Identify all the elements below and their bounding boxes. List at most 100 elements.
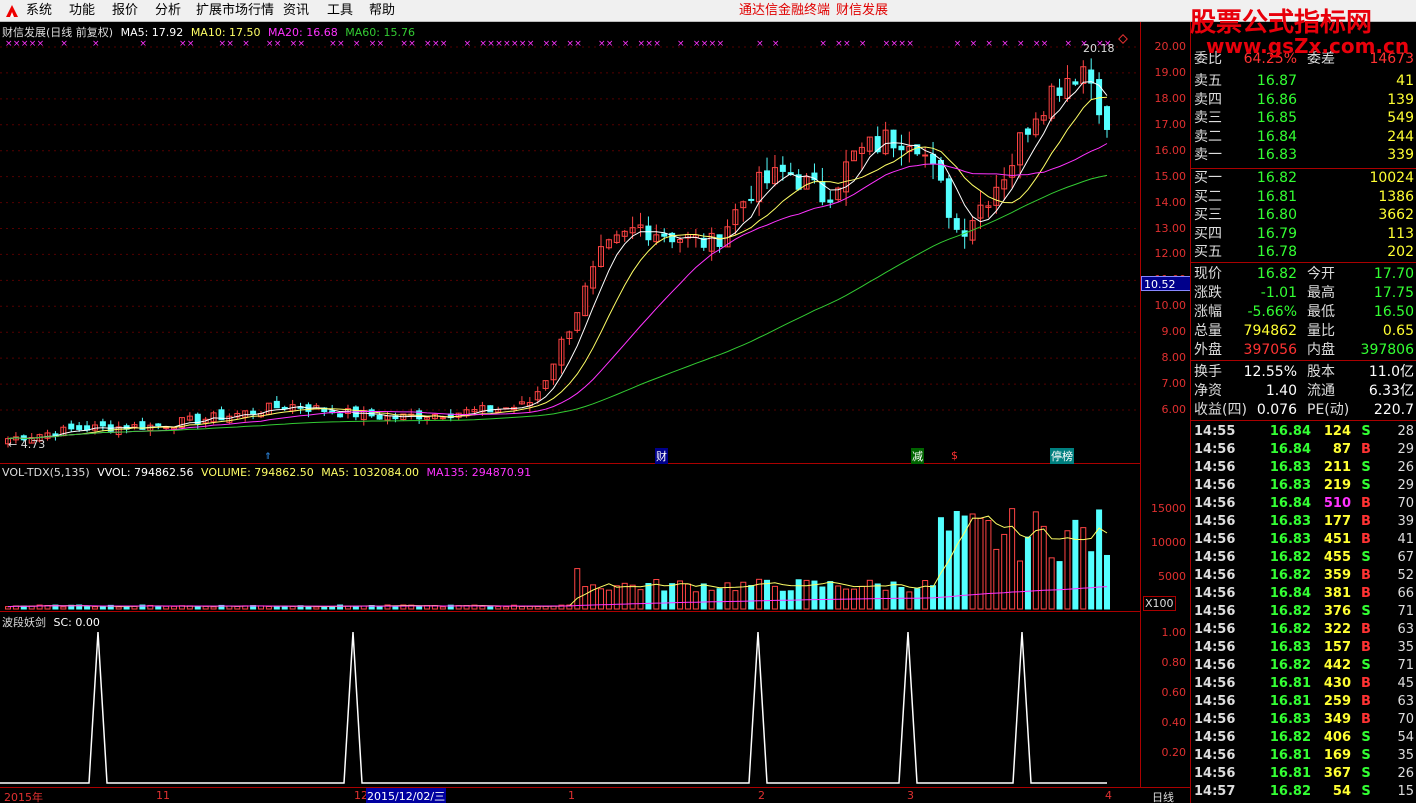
low-price-label: ← 4.73 <box>8 438 46 451</box>
tick-n: 26 <box>1397 460 1414 475</box>
top-marker: × <box>835 39 843 49</box>
top-marker: × <box>693 39 701 49</box>
price-tick: 10.00 <box>1154 299 1187 313</box>
volume-bar <box>1001 533 1008 610</box>
stat-row-value2: 16.50 <box>1373 304 1414 320</box>
bid-row-label: 买一 <box>1194 170 1222 186</box>
chart-title: 财信发展(日线 前复权) <box>2 26 114 39</box>
tick-row: 14:56 16.81 430 B 45 <box>1191 675 1416 693</box>
candle-body <box>439 417 446 420</box>
menu-news[interactable]: 资讯 <box>283 2 309 20</box>
price-tick: 18.00 <box>1154 91 1187 105</box>
volume-bar <box>439 606 446 610</box>
marker-cai[interactable]: 财 <box>655 448 668 464</box>
candle-body <box>898 145 905 151</box>
top-marker: × <box>479 39 487 49</box>
volume-bar <box>115 606 122 610</box>
volume-bar <box>922 580 929 610</box>
top-marker: × <box>487 39 495 49</box>
watermark-url: www.gsZx.com.cn <box>1206 34 1410 58</box>
menu-function[interactable]: 功能 <box>69 2 95 20</box>
top-marker: × <box>606 39 614 49</box>
ma5-legend: MA5: 17.92 <box>120 26 184 39</box>
tick-row: 14:56 16.83 157 B 35 <box>1191 639 1416 657</box>
top-marker: × <box>772 39 780 49</box>
tick-qty: 451 <box>1323 532 1351 547</box>
candle-body <box>716 234 723 247</box>
volume-unit-label: X100 <box>1143 596 1176 611</box>
menu-system[interactable]: 系统 <box>26 2 52 20</box>
menu-extended-market[interactable]: 扩展市场行情 <box>196 2 274 20</box>
stat2-row: 收益(四) 0.076 PE(动) 220.7 <box>1191 401 1416 419</box>
top-marker: × <box>274 39 282 49</box>
top-marker: × <box>37 39 45 49</box>
volume-bar <box>764 579 771 610</box>
volume-bar <box>858 585 865 610</box>
tick-row: 14:56 16.83 177 B 39 <box>1191 513 1416 531</box>
tick-row: 14:56 16.84 510 B 70 <box>1191 495 1416 513</box>
vol-tick-5000: 5000 <box>1158 570 1186 583</box>
volume-bar <box>684 583 691 610</box>
ind-tick-0.2: 0.20 <box>1161 746 1187 759</box>
site-watermark: 股票公式指标网 www.gsZx.com.cn <box>1190 2 1410 58</box>
tick-price: 16.83 <box>1269 514 1311 529</box>
tick-row: 14:56 16.84 87 B 29 <box>1191 441 1416 459</box>
marker-tingbang[interactable]: 停榜 <box>1050 448 1074 464</box>
kline-chart[interactable]: × × × × × × × × × × × × × × × × × × × × × × × × × × × × × × × × × × × × × × × ×… <box>0 22 1140 464</box>
volume-bar <box>574 568 581 610</box>
candle-body <box>1104 106 1110 130</box>
stat-row-label2: 量比 <box>1307 323 1335 339</box>
tick-side: S <box>1361 424 1371 439</box>
volume-bar <box>874 583 881 610</box>
tick-row: 14:55 16.84 124 S 28 <box>1191 423 1416 441</box>
volume-bar <box>795 579 802 610</box>
candle-body <box>68 423 75 430</box>
volume-chart[interactable]: VOL-TDX(5,135) VVOL: 794862.56 VOLUME: 7… <box>0 464 1140 612</box>
tick-qty: 87 <box>1332 442 1351 457</box>
candle-body <box>368 409 375 417</box>
ask-row-label: 卖三 <box>1194 110 1222 126</box>
menu-help[interactable]: 帮助 <box>369 2 395 20</box>
volume-bar <box>60 606 67 610</box>
volume-bar <box>171 605 178 610</box>
tick-price: 16.82 <box>1269 604 1311 619</box>
tick-qty: 177 <box>1323 514 1351 529</box>
stat-row: 外盘 397056 内盘 397806 <box>1191 341 1416 359</box>
tick-n: 35 <box>1397 748 1414 763</box>
stat-row-value: 397056 <box>1243 342 1297 358</box>
volume-bar <box>953 510 960 610</box>
volume-bar <box>819 586 826 610</box>
bid-row-label: 买三 <box>1194 207 1222 223</box>
tick-price: 16.84 <box>1269 496 1311 511</box>
menu-analysis[interactable]: 分析 <box>155 2 181 20</box>
tick-price: 16.82 <box>1269 550 1311 565</box>
tick-time: 14:56 <box>1194 694 1236 709</box>
tick-qty: 54 <box>1332 784 1351 799</box>
tick-time: 14:56 <box>1194 658 1236 673</box>
candle-body <box>661 233 668 237</box>
period-label[interactable]: 日线 <box>1152 789 1174 803</box>
ask-row: 卖三 16.85 549 <box>1191 109 1416 127</box>
menu-quote[interactable]: 报价 <box>112 2 138 20</box>
top-marker: × <box>598 39 606 49</box>
top-marker: × <box>653 39 661 49</box>
indicator-sc: SC: 0.00 <box>53 616 100 629</box>
signal-line <box>0 631 1107 784</box>
ma60-legend: MA60: 15.76 <box>345 26 415 39</box>
tick-n: 29 <box>1397 442 1414 457</box>
stat-row-value: 794862 <box>1243 323 1297 339</box>
menu-tools[interactable]: 工具 <box>327 2 353 20</box>
volume-bar <box>1048 557 1055 610</box>
marker-dollar[interactable]: $ <box>951 449 958 462</box>
marker-jian[interactable]: 减 <box>911 448 924 464</box>
indicator-chart[interactable]: 波段妖剑 SC: 0.00 <box>0 612 1140 787</box>
tick-n: 71 <box>1397 604 1414 619</box>
date-label-2: 2 <box>758 789 765 802</box>
volume-bar <box>416 606 423 610</box>
price-tick: 13.00 <box>1154 221 1187 235</box>
stat-row-value2: 0.65 <box>1382 323 1414 339</box>
top-marker: × <box>906 39 914 49</box>
top-marker: × <box>970 39 978 49</box>
main-legend: 财信发展(日线 前复权) MA5: 17.92 MA10: 17.50 MA20… <box>2 24 419 40</box>
volume-bar <box>827 581 834 610</box>
